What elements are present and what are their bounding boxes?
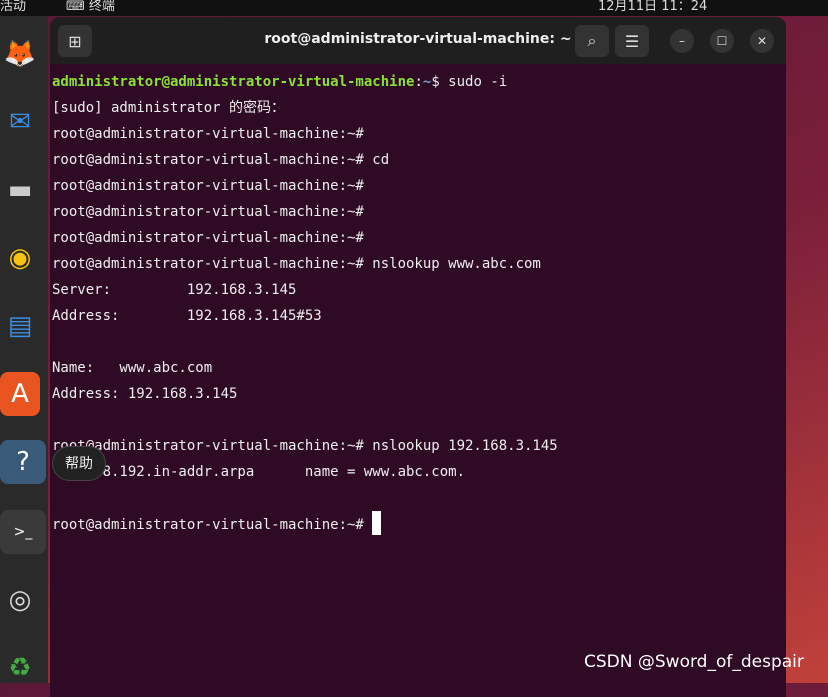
terminal-line: root@administrator-virtual-machine:~# cd	[52, 152, 390, 168]
files-icon[interactable]: ▬	[0, 168, 40, 212]
disc-icon[interactable]: ◎	[0, 578, 40, 622]
activities-button[interactable]: 活动	[0, 0, 26, 14]
close-button[interactable]: ✕	[750, 29, 774, 53]
terminal-output[interactable]: administrator@administrator-virtual-mach…	[52, 69, 558, 537]
command: $ sudo -i	[431, 74, 508, 90]
software-icon[interactable]: A	[0, 372, 40, 416]
terminal-window: ⊞ root@administrator-virtual-machine: ~ …	[50, 17, 786, 697]
watermark: CSDN @Sword_of_despair	[584, 652, 804, 672]
app-menu[interactable]: ⌨ 终端	[66, 0, 115, 14]
title-bar: ⊞ root@administrator-virtual-machine: ~ …	[50, 17, 786, 64]
terminal-dock-icon[interactable]: >_	[0, 510, 46, 554]
terminal-line: 168.192.in-addr.arpa name = www.abc.com.	[52, 464, 466, 480]
hamburger-icon: ☰	[624, 31, 640, 51]
app-name: 终端	[88, 0, 115, 14]
rhythmbox-icon[interactable]: ◉	[0, 236, 40, 280]
help-tooltip: 帮助	[52, 446, 106, 481]
terminal-line: Address: 192.168.3.145#53	[52, 308, 322, 324]
firefox-icon[interactable]: 🦊	[0, 32, 40, 76]
cursor	[372, 511, 382, 535]
top-bar: 活动 ⌨ 终端 12月11日 11：24	[0, 0, 828, 16]
maximize-button[interactable]: ☐	[710, 29, 734, 53]
terminal-line: administrator@administrator-virtual-mach…	[52, 74, 508, 90]
help-icon[interactable]: ?	[0, 440, 46, 484]
terminal-line: root@administrator-virtual-machine:~# ns…	[52, 438, 558, 454]
terminal-line: [sudo] administrator 的密码：	[52, 100, 286, 116]
terminal-line: root@administrator-virtual-machine:~#	[52, 126, 373, 142]
terminal-line: root@administrator-virtual-machine:~#	[52, 511, 558, 537]
terminal-line: Address: 192.168.3.145	[52, 386, 238, 402]
dock: 🦊 ✉ ▬ ◉ ▤ A ? >_ ◎ ♻	[0, 16, 48, 683]
trash-icon[interactable]: ♻	[0, 646, 40, 690]
terminal-line: Name: www.abc.com	[52, 360, 213, 376]
writer-icon[interactable]: ▤	[0, 304, 40, 348]
menu-button[interactable]: ☰	[615, 25, 649, 57]
minimize-button[interactable]: –	[670, 29, 694, 53]
terminal-line: root@administrator-virtual-machine:~#	[52, 204, 373, 220]
scrollbar[interactable]	[779, 67, 782, 687]
thunderbird-icon[interactable]: ✉	[0, 100, 40, 144]
prompt-user: administrator@administrator-virtual-mach…	[52, 74, 415, 90]
terminal-line: root@administrator-virtual-machine:~# ns…	[52, 256, 541, 272]
terminal-icon: ⌨	[66, 0, 89, 14]
clock[interactable]: 12月11日 11：24	[598, 0, 707, 14]
search-icon: ⌕	[587, 31, 597, 50]
search-button[interactable]: ⌕	[575, 25, 609, 57]
terminal-line: Server: 192.168.3.145	[52, 282, 297, 298]
terminal-line: root@administrator-virtual-machine:~#	[52, 230, 373, 246]
terminal-line: root@administrator-virtual-machine:~#	[52, 178, 373, 194]
